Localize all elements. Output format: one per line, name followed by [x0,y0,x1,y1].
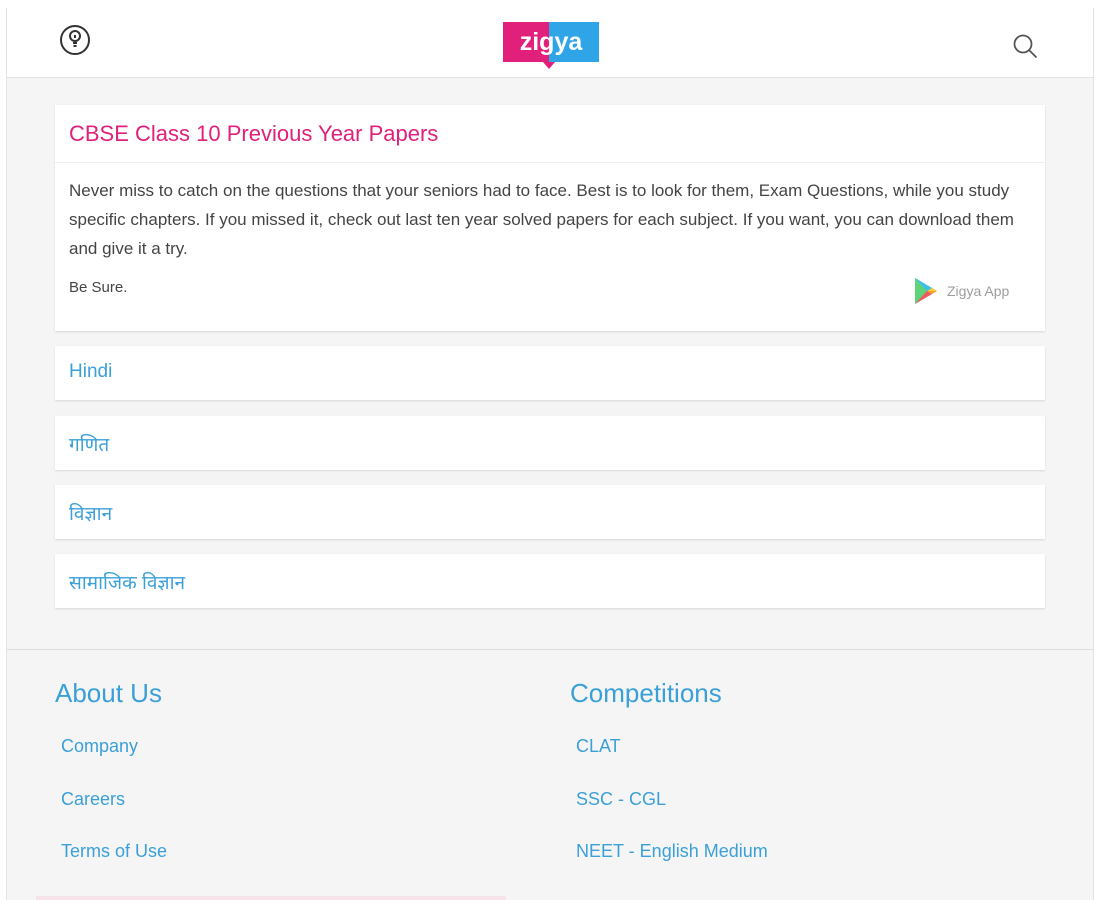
google-play-icon [915,278,937,304]
footer-link-terms[interactable]: Terms of Use [61,841,167,862]
zigya-app-link[interactable]: Zigya App [913,276,1009,306]
bottom-strip [36,896,506,900]
subject-item-samajik-vigyan[interactable]: सामाजिक विज्ञान [55,554,1045,608]
footer: About Us Company Careers Terms of Use Co… [7,649,1093,900]
subject-label: Hindi [69,361,113,382]
footer-about-title: About Us [55,678,162,708]
footer-link-clat[interactable]: CLAT [576,736,621,757]
logo-text: zigya [520,28,584,56]
search-icon[interactable] [1011,32,1039,60]
divider [55,162,1045,163]
intro-note: Be Sure. [69,279,128,296]
subject-item-vigyan[interactable]: विज्ञान [55,485,1045,539]
subject-label: सामाजिक विज्ञान [69,573,186,594]
footer-link-neet[interactable]: NEET - English Medium [576,841,768,862]
intro-description: Never miss to catch on the questions tha… [69,181,1014,258]
page-title: CBSE Class 10 Previous Year Papers [69,121,439,146]
app-frame: zigya CBSE Class 10 Previous Year Papers… [6,8,1094,900]
intro-card: CBSE Class 10 Previous Year Papers Never… [55,105,1045,331]
subject-item-ganit[interactable]: गणित [55,416,1045,470]
subject-item-hindi[interactable]: Hindi [55,346,1045,400]
top-bar: zigya [7,8,1093,78]
zigya-logo[interactable]: zigya [503,22,599,72]
footer-link-company[interactable]: Company [61,736,138,757]
footer-link-ssc-cgl[interactable]: SSC - CGL [576,789,666,810]
footer-link-careers[interactable]: Careers [61,789,125,810]
subject-label: विज्ञान [69,504,113,525]
zigya-app-label: Zigya App [947,283,1010,299]
subject-label: गणित [69,435,110,456]
question-lightbulb-icon[interactable] [59,24,91,56]
footer-competitions-title: Competitions [570,678,722,708]
